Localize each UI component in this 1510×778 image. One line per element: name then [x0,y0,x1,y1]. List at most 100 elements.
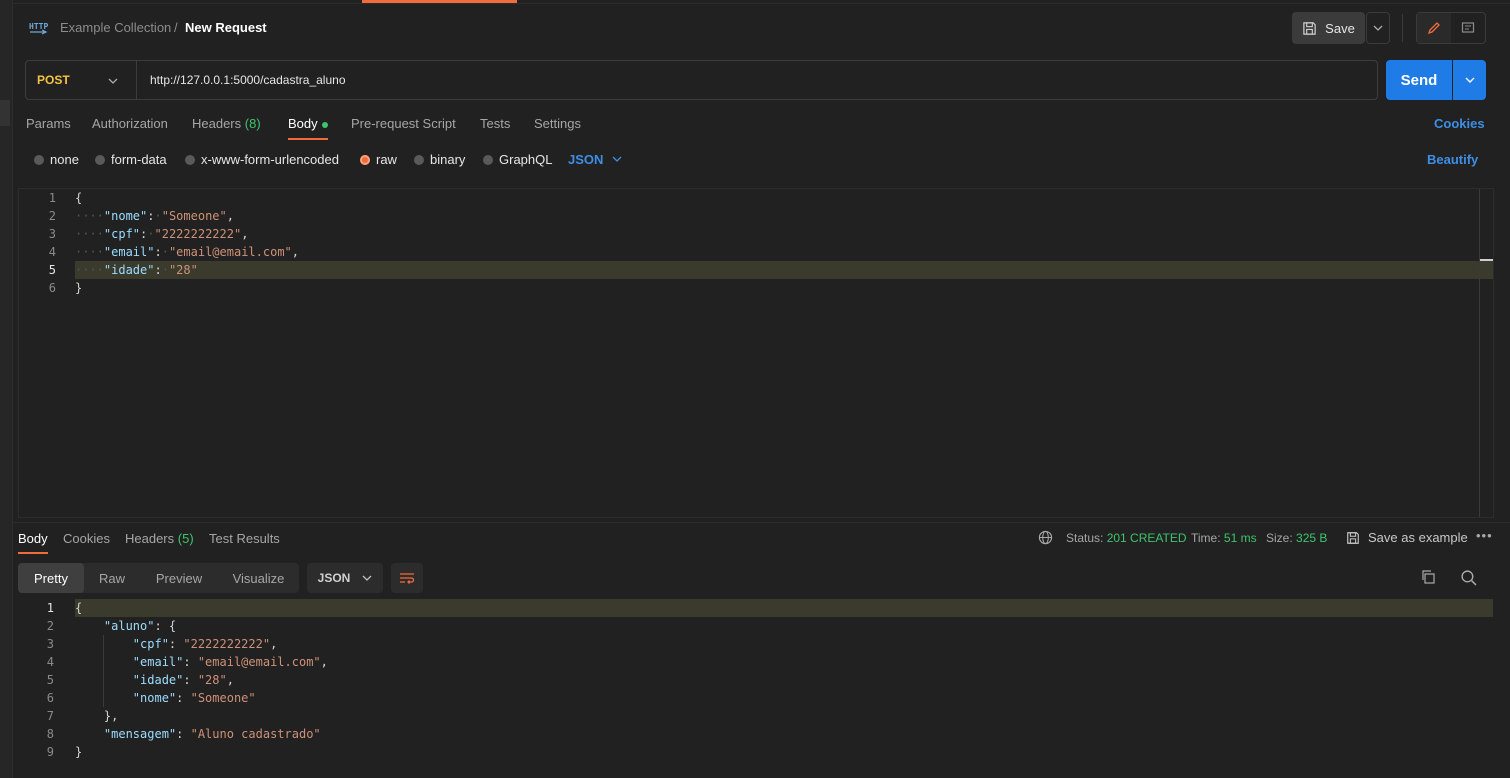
comments-button[interactable] [1451,13,1485,43]
response-code-line: "idade": "28", [132,673,234,687]
tab-headers-label: Headers [192,116,242,131]
view-preview[interactable]: Preview [140,563,218,593]
radio-circle [34,154,44,165]
radio-none[interactable]: none [34,152,79,167]
editor-scrollbar[interactable] [1479,189,1480,517]
response-code-line: "aluno": { [103,619,177,633]
response-tab-underline [18,552,48,554]
tab-pre-request-script[interactable]: Pre-request Script [351,116,456,131]
search-icon[interactable] [1460,569,1477,589]
current-line-highlight [75,261,1493,279]
size-value: 325 B [1296,531,1328,545]
beautify-link[interactable]: Beautify [1427,152,1478,167]
chevron-down-icon [1465,77,1474,83]
send-options-button[interactable] [1453,60,1486,100]
save-as-example-button[interactable]: Save as example [1346,530,1468,545]
save-button[interactable]: Save [1292,12,1365,44]
body-format-select[interactable]: JSON [568,152,603,167]
response-tab-test-results[interactable]: Test Results [209,531,280,546]
view-raw[interactable]: Raw [84,563,140,593]
radio-label: none [50,152,79,167]
edit-mode-button[interactable] [1417,13,1451,43]
url-divider [136,61,137,99]
more-options-icon[interactable]: ••• [1476,528,1493,543]
response-tab-body[interactable]: Body [18,531,48,546]
header-divider [1402,14,1403,42]
tab-body[interactable]: Body [288,116,328,131]
scrollbar-thumb[interactable] [1480,259,1493,261]
method-select[interactable]: POST [37,73,70,87]
response-code-line: "email": "email@email.com", [132,655,328,669]
response-view-modes: Pretty Raw Preview Visualize [18,563,299,593]
body-modified-dot [321,121,328,128]
tab-authorization[interactable]: Authorization [92,116,168,131]
line-number: 5 [48,263,56,277]
pencil-icon [1427,22,1440,35]
line-number: 4 [48,245,56,259]
breadcrumb-request-name[interactable]: New Request [185,20,267,35]
radio-graphql[interactable]: GraphQL [483,152,552,167]
send-button[interactable]: Send [1386,60,1452,100]
radio-label: form-data [111,152,167,167]
status-label: Status: [1066,531,1104,545]
tab-body-label: Body [288,116,318,131]
response-divider[interactable] [12,522,1510,523]
response-line-highlight [75,599,1493,617]
copy-icon[interactable] [1420,569,1436,588]
method-chevron-icon[interactable] [108,72,118,87]
response-size[interactable]: Size: 325 B [1266,531,1327,545]
response-tab-cookies[interactable]: Cookies [63,531,110,546]
svg-text:HTTP: HTTP [29,22,48,31]
response-code-line: "mensagem": "Aluno cadastrado" [103,727,321,741]
line-number: 2 [46,619,54,633]
response-format-select[interactable]: JSON [307,563,383,593]
line-number: 3 [46,637,54,651]
line-number: 6 [46,691,54,705]
line-number: 1 [48,191,56,205]
sidebar-marker [0,100,10,126]
radio-form-data[interactable]: form-data [95,152,167,167]
radio-label: raw [376,152,397,167]
save-options-button[interactable] [1366,12,1390,44]
line-number: 7 [46,709,54,723]
radio-label: binary [430,152,466,167]
save-icon [1347,531,1359,544]
save-icon [1303,21,1316,35]
radio-label: x-www-form-urlencoded [201,152,339,167]
radio-circle [414,154,424,165]
response-tab-headers[interactable]: Headers (5) [125,531,194,546]
radio-circle-selected [360,154,370,165]
time-label: Time: [1191,531,1221,545]
tab-params[interactable]: Params [26,116,71,131]
cookies-link[interactable]: Cookies [1434,116,1485,131]
wrap-lines-button[interactable] [391,563,423,593]
url-input[interactable]: http://127.0.0.1:5000/cadastra_aluno [150,73,346,87]
tab-tests[interactable]: Tests [480,116,510,131]
view-pretty[interactable]: Pretty [18,563,84,593]
status-value: 201 CREATED [1106,531,1187,545]
radio-raw[interactable]: raw [360,152,397,167]
breadcrumb-collection[interactable]: Example Collection [60,20,171,35]
tab-headers-count: (8) [244,116,261,131]
radio-binary[interactable]: binary [414,152,465,167]
response-status[interactable]: Status: 201 CREATED [1066,531,1187,545]
response-code-line: }, [103,709,119,723]
save-label: Save [1325,20,1355,36]
response-time[interactable]: Time: 51 ms [1191,531,1257,545]
globe-icon[interactable] [1038,530,1053,548]
tab-headers[interactable]: Headers (8) [192,116,261,131]
view-visualize[interactable]: Visualize [218,563,299,593]
radio-circle [483,154,493,165]
chevron-down-icon[interactable] [612,150,622,165]
radio-label: GraphQL [499,152,553,167]
radio-circle [95,154,105,165]
response-code-line: "cpf": "2222222222", [132,637,278,651]
code-line: ····"cpf":·"2222222222", [75,227,249,241]
line-number: 2 [48,209,56,223]
top-divider [12,3,1510,4]
tab-settings[interactable]: Settings [534,116,581,131]
response-code-line: { [75,601,83,615]
left-sidebar-strip [0,0,13,778]
radio-urlencoded[interactable]: x-www-form-urlencoded [185,152,339,167]
response-code-line: "nome": "Someone" [132,691,256,705]
